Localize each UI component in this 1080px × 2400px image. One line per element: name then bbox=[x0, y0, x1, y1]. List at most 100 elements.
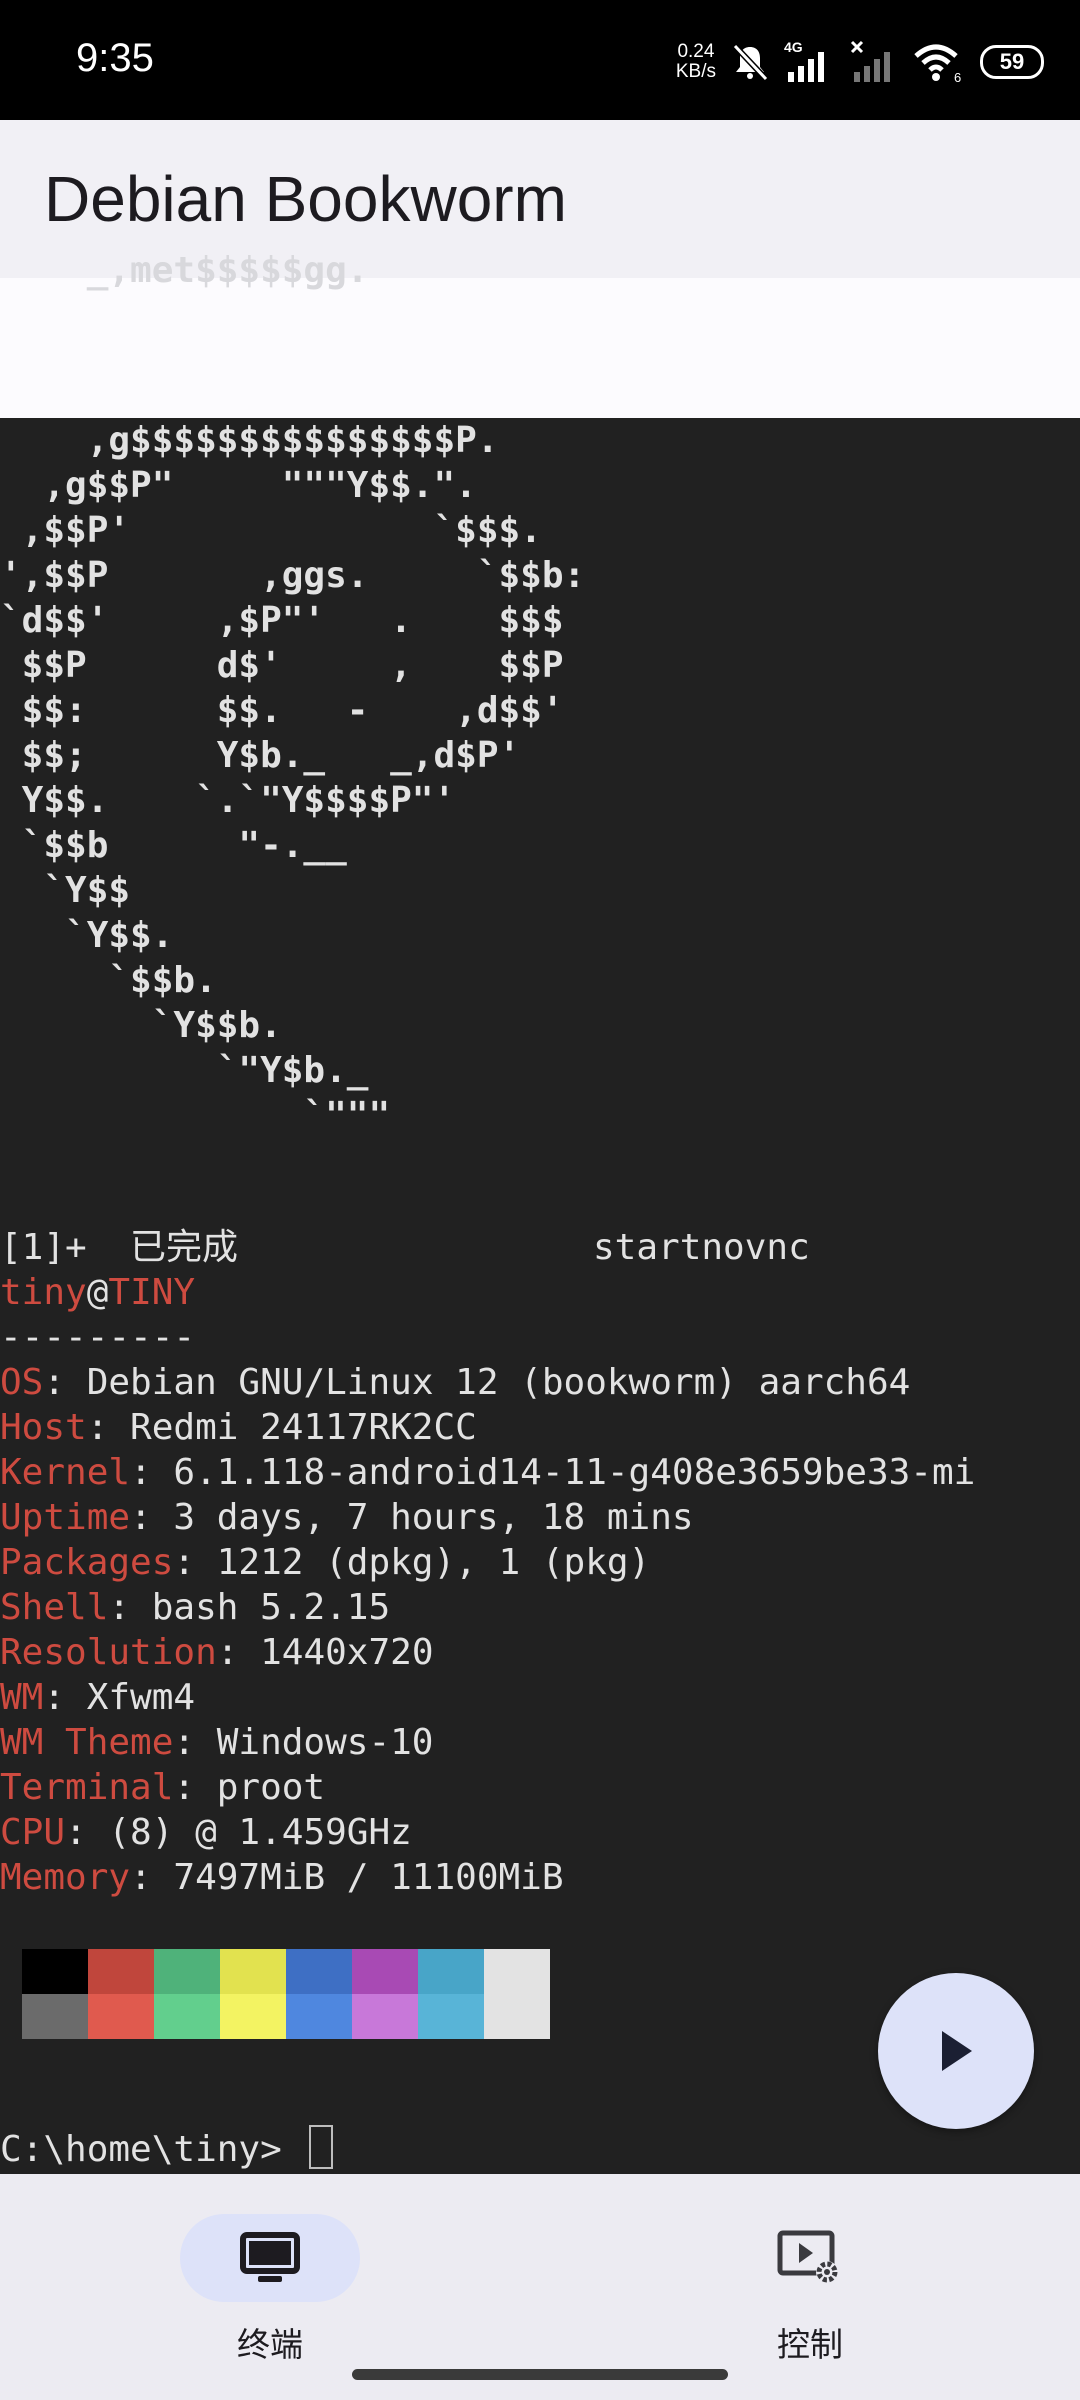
info-key: Resolution bbox=[0, 1632, 217, 1673]
net-speed-value: 0.24 bbox=[677, 41, 715, 62]
bottom-navigation: 终端 控制 bbox=[0, 2174, 1080, 2400]
separator-line: --------- bbox=[0, 1317, 196, 1358]
network-type-label: 4G bbox=[784, 40, 803, 55]
logo-line: Y$$. `.`"Y$$$$P"' bbox=[0, 780, 456, 821]
job-status-prefix: [1]+ 已完成 bbox=[0, 1227, 239, 1268]
info-line-resolution: Resolution: 1440x720 bbox=[0, 1630, 434, 1675]
info-value: : (8) @ 1.459GHz bbox=[65, 1812, 412, 1853]
info-value: : proot bbox=[173, 1767, 326, 1808]
no-signal-icon bbox=[850, 40, 890, 82]
info-value: : bash 5.2.15 bbox=[108, 1587, 391, 1628]
info-key: WM Theme bbox=[0, 1722, 174, 1763]
info-value: : Windows-10 bbox=[173, 1722, 434, 1763]
info-line-host: Host: Redmi 24117RK2CC bbox=[0, 1405, 477, 1450]
info-line-packages: Packages: 1212 (dpkg), 1 (pkg) bbox=[0, 1540, 650, 1585]
wifi-sub-label: 6 bbox=[954, 70, 961, 84]
wifi-icon: 6 bbox=[914, 44, 961, 84]
info-key: OS bbox=[0, 1362, 44, 1403]
info-value: : 1440x720 bbox=[216, 1632, 434, 1673]
mute-bell-icon bbox=[732, 43, 769, 82]
info-key: Memory bbox=[0, 1857, 131, 1898]
info-key: CPU bbox=[0, 1812, 66, 1853]
info-key: Host bbox=[0, 1407, 87, 1448]
color-swatch bbox=[154, 1994, 220, 2039]
nav-active-indicator bbox=[180, 2214, 360, 2302]
logo-line: $$P d$' , $$P bbox=[0, 645, 564, 686]
shell-prompt[interactable]: C:\home\tiny> bbox=[0, 2125, 334, 2172]
color-swatch bbox=[22, 1949, 88, 1994]
info-key: Uptime bbox=[0, 1497, 131, 1538]
info-line-shell: Shell: bash 5.2.15 bbox=[0, 1585, 390, 1630]
logo-line: $$: $$. - ,d$$' bbox=[0, 690, 564, 731]
color-swatch bbox=[418, 1949, 484, 1994]
content-strip: _,met$$$$$gg. bbox=[0, 250, 1080, 418]
logo-line: `"Y$b._ bbox=[0, 1050, 369, 1091]
logo-line: $$; Y$b._ _,d$P' bbox=[0, 735, 521, 776]
color-swatch bbox=[22, 1994, 88, 2039]
logo-line: `Y$$b. bbox=[0, 1005, 282, 1046]
app-title: Debian Bookworm bbox=[44, 163, 567, 235]
info-line-kernel: Kernel: 6.1.118-android14-11-g408e3659be… bbox=[0, 1450, 975, 1495]
info-key: Packages bbox=[0, 1542, 174, 1583]
info-line-uptime: Uptime: 3 days, 7 hours, 18 mins bbox=[0, 1495, 694, 1540]
logo-line: ,g$$$$$$$$$$$$$$$P. bbox=[0, 420, 499, 461]
logo-line: ,$$P' `$$$. bbox=[0, 510, 542, 551]
job-command: startnovnc bbox=[593, 1227, 810, 1268]
video-settings-icon bbox=[777, 2230, 838, 2283]
info-value: : 3 days, 7 hours, 18 mins bbox=[130, 1497, 694, 1538]
info-value: : Debian GNU/Linux 12 (bookworm) aarch64 bbox=[43, 1362, 911, 1403]
net-speed-unit: KB/s bbox=[675, 61, 716, 82]
status-icons: 0.24 KB/s 4G 6 59 bbox=[676, 30, 1044, 94]
logo-line: `Y$$ bbox=[0, 870, 131, 911]
nav-item-control[interactable]: 控制 bbox=[680, 2214, 940, 2366]
color-swatch bbox=[286, 1994, 352, 2039]
user-name: tiny bbox=[0, 1272, 87, 1313]
nav-item-terminal[interactable]: 终端 bbox=[140, 2214, 400, 2366]
info-value: : Xfwm4 bbox=[43, 1677, 196, 1718]
color-swatch bbox=[352, 1994, 418, 2039]
info-line-os: OS: Debian GNU/Linux 12 (bookworm) aarch… bbox=[0, 1360, 910, 1405]
at-sign: @ bbox=[86, 1272, 109, 1313]
info-key: Terminal bbox=[0, 1767, 174, 1808]
status-time: 9:35 bbox=[76, 36, 154, 80]
play-button[interactable] bbox=[878, 1973, 1034, 2129]
text-cursor bbox=[309, 2125, 334, 2169]
color-swatch bbox=[220, 1949, 286, 1994]
nav-label: 终端 bbox=[237, 2325, 303, 2364]
info-value: : 7497MiB / 11100MiB bbox=[130, 1857, 564, 1898]
color-swatch bbox=[418, 1994, 484, 2039]
info-value: : Redmi 24117RK2CC bbox=[86, 1407, 477, 1448]
color-swatch bbox=[484, 1949, 550, 1994]
host-name: TINY bbox=[108, 1272, 196, 1313]
logo-line: `Y$$. bbox=[0, 915, 174, 956]
logo-line: `d$$' ,$P"' . $$$ bbox=[0, 600, 564, 641]
signal-icon: 4G bbox=[784, 40, 824, 82]
info-line-cpu: CPU: (8) @ 1.459GHz bbox=[0, 1810, 412, 1855]
prompt-text: C:\home\tiny> bbox=[0, 2129, 304, 2170]
color-swatch bbox=[352, 1949, 418, 1994]
color-swatch bbox=[88, 1994, 154, 2039]
logo-top-line: _,met$$$$$gg. bbox=[0, 250, 369, 291]
net-speed: 0.24 KB/s bbox=[676, 42, 716, 82]
logo-line: `$$b. bbox=[0, 960, 217, 1001]
nav-icon-container bbox=[720, 2214, 900, 2302]
color-swatch bbox=[88, 1949, 154, 1994]
logo-line: `""" bbox=[0, 1095, 391, 1136]
color-swatch bbox=[484, 1994, 550, 2039]
color-swatch bbox=[286, 1949, 352, 1994]
info-key: Kernel bbox=[0, 1452, 131, 1493]
terminal-view[interactable]: ,g$$$$$$$$$$$$$$$P. ,g$$P" """Y$$.". ,$$… bbox=[0, 418, 1080, 2174]
battery-icon: 59 bbox=[980, 45, 1044, 79]
status-bar: 9:35 0.24 KB/s 4G 6 59 bbox=[0, 0, 1080, 120]
color-swatch bbox=[220, 1994, 286, 2039]
info-value: : 6.1.118-android14-11-g408e3659be33-mi bbox=[130, 1452, 976, 1493]
nav-label: 控制 bbox=[777, 2325, 843, 2364]
info-value: : 1212 (dpkg), 1 (pkg) bbox=[173, 1542, 651, 1583]
logo-line: ,g$$P" """Y$$.". bbox=[0, 465, 477, 506]
battery-level: 59 bbox=[980, 45, 1044, 79]
job-status-line: [1]+ 已完成 startnovnc bbox=[0, 1225, 810, 1270]
play-icon bbox=[942, 2031, 972, 2071]
terminal-monitor-icon bbox=[240, 2232, 300, 2282]
info-line-terminal: Terminal: proot bbox=[0, 1765, 325, 1810]
gesture-bar[interactable] bbox=[352, 2369, 728, 2380]
